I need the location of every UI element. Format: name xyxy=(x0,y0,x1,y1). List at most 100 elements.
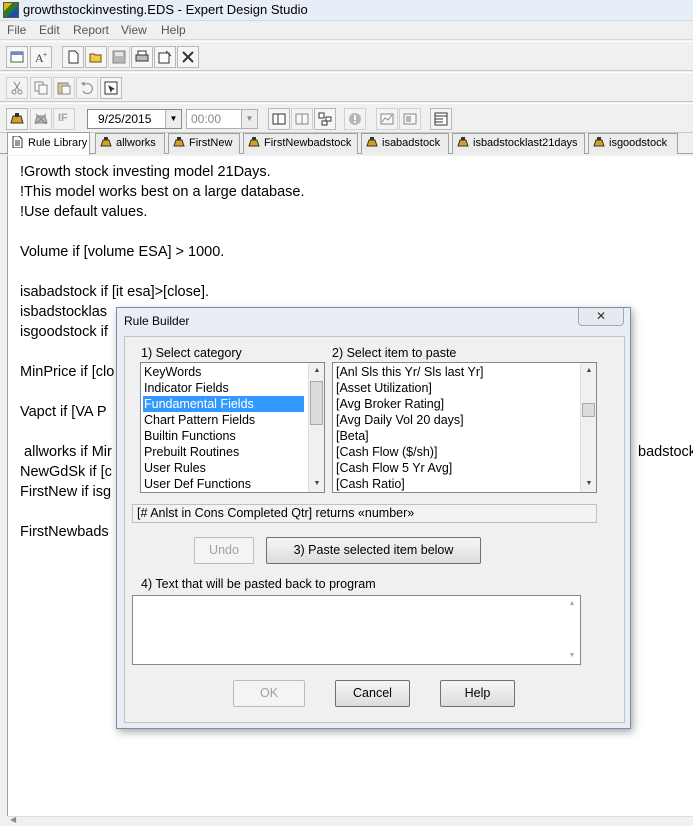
run-rule-icon[interactable] xyxy=(6,108,28,130)
code-line: !Use default values. xyxy=(20,204,148,220)
book-icon[interactable] xyxy=(291,108,313,130)
if-button[interactable]: IF xyxy=(53,108,75,130)
category-item[interactable]: Prebuilt Routines xyxy=(143,444,239,460)
title-bar: growthstockinvesting.EDS - Expert Design… xyxy=(0,0,693,21)
chevron-down-icon[interactable]: ▼ xyxy=(165,110,181,128)
menu-bar: File Edit Report View Help xyxy=(0,21,693,40)
code-line: NewGdSk if [c xyxy=(20,464,112,480)
svg-text:+: + xyxy=(43,52,47,59)
tab-rule-library[interactable]: Rule Library xyxy=(7,132,90,155)
cut-icon[interactable] xyxy=(6,77,28,99)
select-icon[interactable] xyxy=(100,77,122,99)
info-icon[interactable] xyxy=(344,108,366,130)
menu-view[interactable]: View xyxy=(118,22,150,38)
scroll-thumb[interactable] xyxy=(582,403,595,417)
item-entry[interactable]: [Cash Ratio] xyxy=(335,476,405,492)
code-line-overflow: badstock xyxy=(638,444,693,460)
window-icon[interactable] xyxy=(6,46,28,68)
save-icon[interactable] xyxy=(108,46,130,68)
tools-icon[interactable] xyxy=(177,46,199,68)
menu-report[interactable]: Report xyxy=(70,22,112,38)
horizontal-scrollbar[interactable]: ◀ xyxy=(7,815,693,826)
cancel-button[interactable]: Cancel xyxy=(335,680,410,707)
code-line: Vapct if [VA P xyxy=(20,404,107,420)
item-entry[interactable]: [Anl Sls this Yr/ Sls last Yr] xyxy=(335,364,484,380)
code-line: isbadstocklas xyxy=(20,304,108,320)
open-folder-icon[interactable] xyxy=(85,46,107,68)
category-item-selected[interactable]: Fundamental Fields xyxy=(143,396,304,412)
dialog-body: 1) Select category 2) Select item to pas… xyxy=(124,336,625,723)
copy-pages-icon[interactable] xyxy=(268,108,290,130)
category-item[interactable]: Builtin Functions xyxy=(143,428,236,444)
close-icon[interactable]: ✕ xyxy=(578,308,624,326)
tab-firstnewbadstock[interactable]: FirstNewbadstock xyxy=(243,133,358,154)
font-icon[interactable]: A + xyxy=(30,46,52,68)
chevron-up-icon[interactable]: ▲ xyxy=(581,363,596,379)
copy-icon[interactable] xyxy=(30,77,52,99)
chevron-left-icon[interactable]: ◀ xyxy=(10,815,16,824)
undo-icon[interactable] xyxy=(76,77,98,99)
paste-icon[interactable] xyxy=(53,77,75,99)
properties-icon[interactable] xyxy=(154,46,176,68)
scroll-thumb[interactable] xyxy=(310,381,323,425)
code-line: !This model works best on a large databa… xyxy=(20,184,305,200)
tab-label: Rule Library xyxy=(28,137,88,149)
item-entry[interactable]: [Asset Utilization] xyxy=(335,380,432,396)
menu-edit[interactable]: Edit xyxy=(36,22,63,38)
category-item[interactable]: Indicator Fields xyxy=(143,380,229,396)
stop-rule-icon[interactable] xyxy=(30,108,52,130)
print-icon[interactable] xyxy=(131,46,153,68)
chevron-down-icon[interactable]: ▼ xyxy=(241,110,257,128)
tab-isgoodstock[interactable]: isgoodstock xyxy=(588,133,678,154)
chevron-down-icon[interactable]: ▼ xyxy=(581,476,596,492)
menu-file[interactable]: File xyxy=(4,22,29,38)
code-line: isabadstock if [it esa]>[close]. xyxy=(20,284,209,300)
tab-isbadstocklast21days[interactable]: isbadstocklast21days xyxy=(452,133,585,154)
ok-button[interactable]: OK xyxy=(233,680,305,707)
item-list[interactable]: [Anl Sls this Yr/ Sls last Yr] [Asset Ut… xyxy=(332,362,597,493)
text-label: 4) Text that will be pasted back to prog… xyxy=(141,577,376,591)
chevron-down-icon[interactable]: ▼ xyxy=(309,476,324,492)
layout-icon[interactable] xyxy=(430,108,452,130)
category-item[interactable]: KeyWords xyxy=(143,364,201,380)
tab-allworks[interactable]: allworks xyxy=(95,133,165,154)
time-picker[interactable]: 00:00 ▼ xyxy=(186,109,258,129)
item-label: 2) Select item to paste xyxy=(332,346,457,360)
paste-text-area[interactable]: ▲ ▼ xyxy=(132,595,581,665)
rule-icon xyxy=(248,137,260,148)
item-entry[interactable]: [Avg Daily Vol 20 days] xyxy=(335,412,464,428)
code-line: isgoodstock if xyxy=(20,324,108,340)
tab-label: FirstNew xyxy=(189,137,233,149)
item-entry[interactable]: [Avg Broker Rating] xyxy=(335,396,444,412)
code-line: FirstNew if isg xyxy=(20,484,112,500)
chevron-up-icon[interactable]: ▲ xyxy=(309,363,324,379)
report-icon[interactable] xyxy=(399,108,421,130)
help-button[interactable]: Help xyxy=(440,680,515,707)
category-scrollbar[interactable]: ▲ ▼ xyxy=(308,363,324,492)
chart-icon[interactable] xyxy=(376,108,398,130)
item-scrollbar[interactable]: ▲ ▼ xyxy=(580,363,596,492)
item-entry[interactable]: [Beta] xyxy=(335,428,369,444)
code-line: Volume if [volume ESA] > 1000. xyxy=(20,244,225,260)
if-label: IF xyxy=(58,112,68,124)
toolbar-run: IF 9/25/2015 ▼ 00:00 ▼ xyxy=(0,103,693,133)
date-picker[interactable]: 9/25/2015 ▼ xyxy=(87,109,182,129)
category-item[interactable]: User Def Functions xyxy=(143,476,251,492)
category-item[interactable]: Chart Pattern Fields xyxy=(143,412,255,428)
chevron-down-icon[interactable]: ▼ xyxy=(564,648,580,664)
tab-isabadstock[interactable]: isabadstock xyxy=(361,133,449,154)
paste-selected-button[interactable]: 3) Paste selected item below xyxy=(266,537,481,564)
chevron-up-icon[interactable]: ▲ xyxy=(564,596,580,612)
category-list[interactable]: KeyWords Indicator Fields Fundamental Fi… xyxy=(140,362,325,493)
category-item[interactable]: User Rules xyxy=(143,460,206,476)
code-line: MinPrice if [clo xyxy=(20,364,115,380)
menu-help[interactable]: Help xyxy=(158,22,189,38)
undo-button[interactable]: Undo xyxy=(194,537,254,564)
item-entry[interactable]: [Cash Flow ($/sh)] xyxy=(335,444,437,460)
tree-icon[interactable] xyxy=(314,108,336,130)
textarea-scrollbar[interactable]: ▲ ▼ xyxy=(564,596,580,664)
tab-label: isbadstocklast21days xyxy=(473,137,578,149)
new-file-icon[interactable] xyxy=(62,46,84,68)
tab-firstnew[interactable]: FirstNew xyxy=(168,133,240,154)
item-entry[interactable]: [Cash Flow 5 Yr Avg] xyxy=(335,460,452,476)
